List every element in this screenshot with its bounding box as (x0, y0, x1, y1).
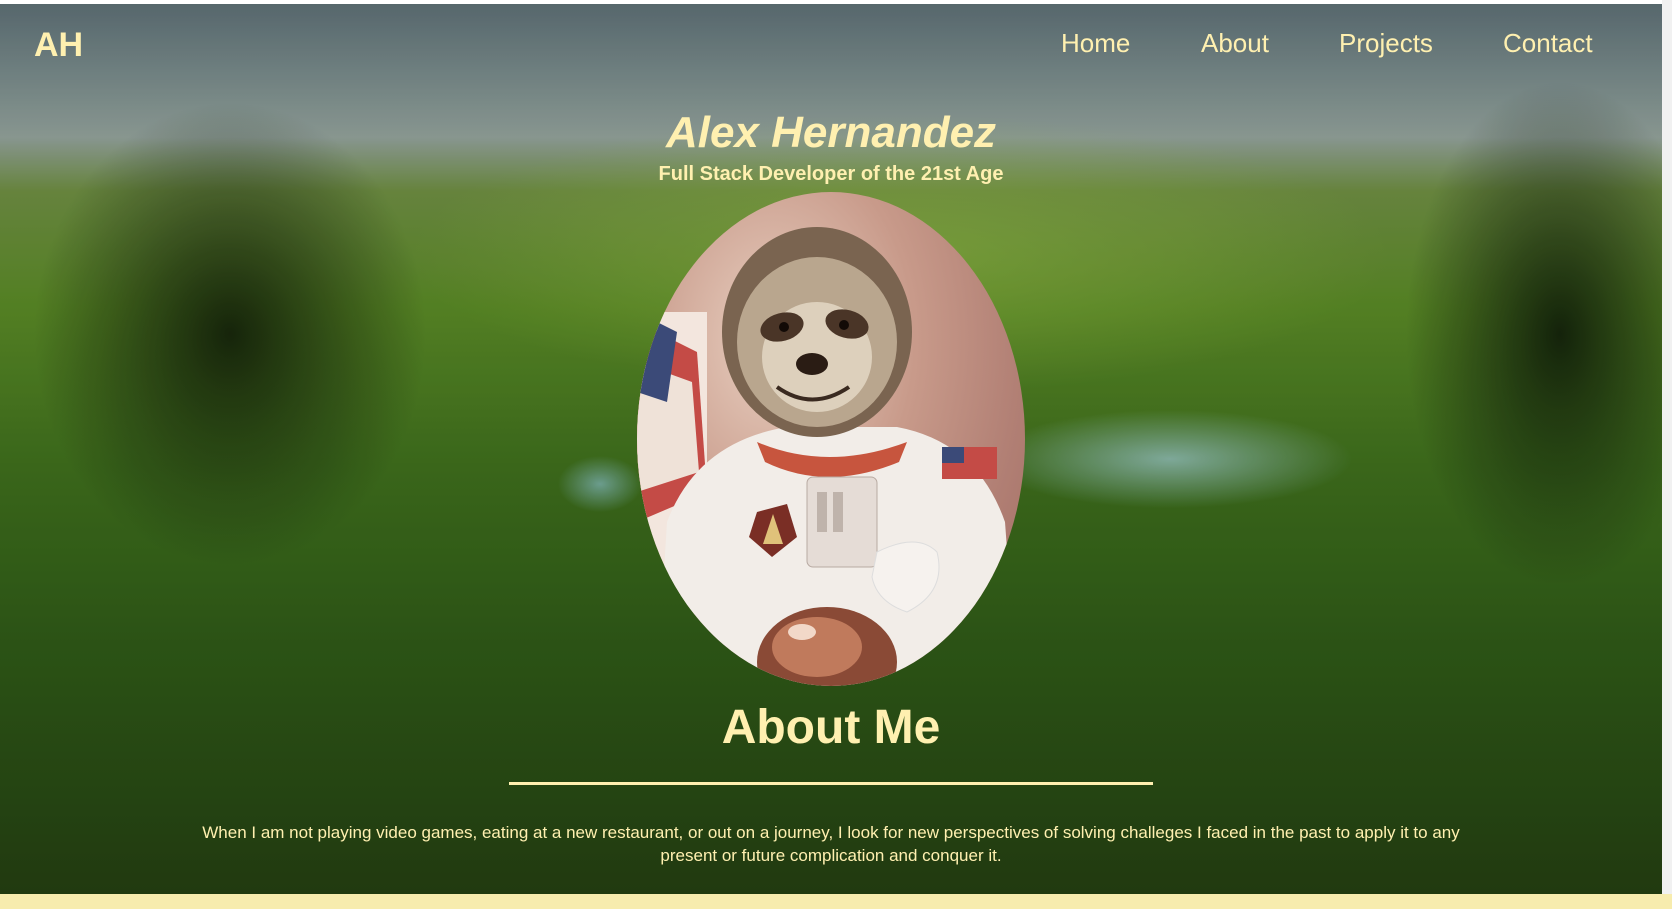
nav-link-contact[interactable]: Contact (1503, 28, 1593, 59)
profile-portrait (637, 192, 1025, 686)
scrollbar-gutter[interactable] (1662, 0, 1672, 894)
section-divider (509, 782, 1153, 785)
about-heading: About Me (721, 701, 941, 754)
nav-link-home[interactable]: Home (1061, 28, 1130, 59)
logo[interactable]: AH (34, 26, 83, 65)
nav-link-projects[interactable]: Projects (1339, 28, 1433, 59)
hero-tagline: Full Stack Developer of the 21st Age (658, 163, 1004, 185)
footer-strip (0, 894, 1672, 909)
nav-link-about[interactable]: About (1201, 28, 1269, 59)
astronaut-sloth-image (637, 227, 1017, 686)
hero-name: Alex Hernandez (665, 108, 997, 157)
about-paragraph: When I am not playing video games, eatin… (202, 823, 1460, 865)
